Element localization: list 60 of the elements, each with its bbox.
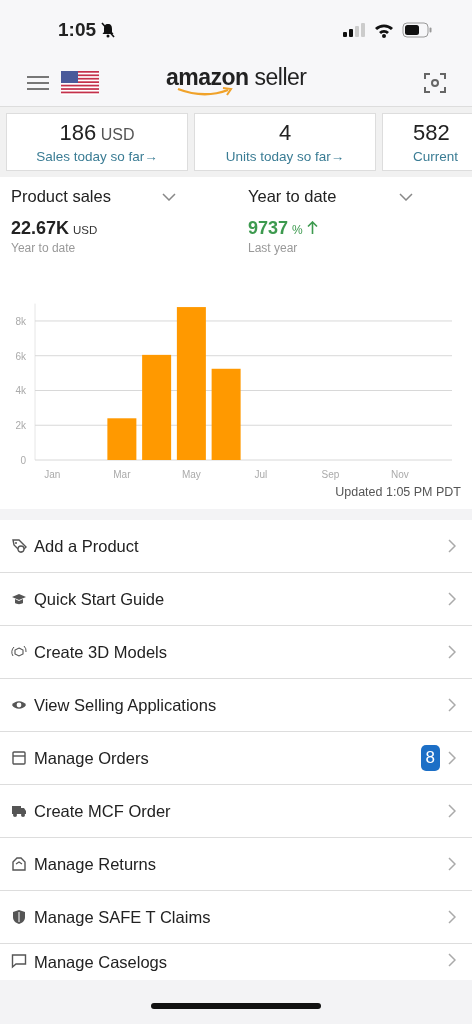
axis-label: 6k — [15, 350, 26, 362]
summary-card[interactable]: 4 Units today so far→ — [194, 113, 376, 171]
metric-caption: Year to date — [11, 241, 77, 255]
axis-label: 8k — [15, 316, 26, 327]
dropdown[interactable]: Year to date — [248, 187, 413, 206]
chevron-down-icon — [399, 192, 413, 201]
summary-card[interactable]: 582 Current — [382, 113, 472, 171]
chart-bar — [107, 418, 137, 460]
card-value: 186 — [59, 120, 97, 145]
metric-value: 9737 — [248, 218, 289, 239]
chevron-right-icon — [448, 804, 456, 818]
graduation-cap-icon — [11, 591, 27, 607]
clock-time: 1:05 — [58, 19, 97, 41]
card-value: 582 — [413, 120, 450, 145]
app-logo: amazon seller — [166, 64, 307, 99]
card-link[interactable]: Units today so far→ — [225, 149, 345, 164]
card-value: 4 — [278, 120, 292, 145]
battery-icon — [402, 22, 432, 38]
flag-icon[interactable] — [61, 71, 99, 95]
chevron-right-icon — [448, 645, 456, 659]
axis-label: Jul — [254, 469, 268, 480]
menu-button[interactable] — [27, 75, 49, 91]
truck-icon — [11, 803, 27, 819]
chevron-right-icon — [448, 910, 456, 924]
axis-label: May — [181, 469, 201, 480]
card-link[interactable]: Current — [413, 149, 458, 164]
chevron-right-icon — [448, 953, 456, 967]
chevron-right-icon — [448, 698, 456, 712]
box-icon — [11, 750, 27, 766]
axis-label: 2k — [15, 420, 26, 432]
metric-value: 22.67K — [11, 218, 70, 239]
dropdown[interactable]: Product sales — [11, 187, 176, 206]
chevron-right-icon — [448, 592, 456, 606]
chevron-right-icon — [448, 539, 456, 553]
summary-card[interactable]: 186 USD Sales today so far→ — [6, 113, 188, 171]
axis-label: Sep — [321, 469, 340, 480]
bell-slash-icon — [100, 22, 117, 38]
tag-icon — [11, 538, 27, 554]
metric-caption: Last year — [248, 241, 299, 255]
axis-label: Nov — [391, 469, 409, 480]
axis-label: Mar — [113, 469, 131, 480]
wifi-icon — [374, 22, 394, 38]
metric-unit: % — [292, 223, 303, 237]
count-badge: 8 — [420, 745, 440, 771]
card-unit: USD — [100, 126, 135, 143]
package-return-icon — [11, 856, 27, 872]
chevron-right-icon — [448, 751, 456, 765]
signal-icon — [342, 23, 366, 37]
card-link[interactable]: Sales today so far→ — [36, 149, 158, 164]
axis-label: 4k — [15, 385, 26, 397]
axis-label: Jan — [44, 469, 61, 480]
shield-icon — [11, 909, 27, 925]
updated-time: Updated 1:05 PM PDT — [334, 485, 462, 499]
chevron-down-icon — [162, 192, 176, 201]
metric-unit: USD — [73, 224, 98, 236]
axis-label: 0 — [20, 455, 26, 466]
chat-icon — [11, 953, 27, 969]
arrow-up-icon — [306, 221, 318, 234]
chevron-right-icon — [448, 857, 456, 871]
scan-button[interactable] — [424, 72, 446, 94]
